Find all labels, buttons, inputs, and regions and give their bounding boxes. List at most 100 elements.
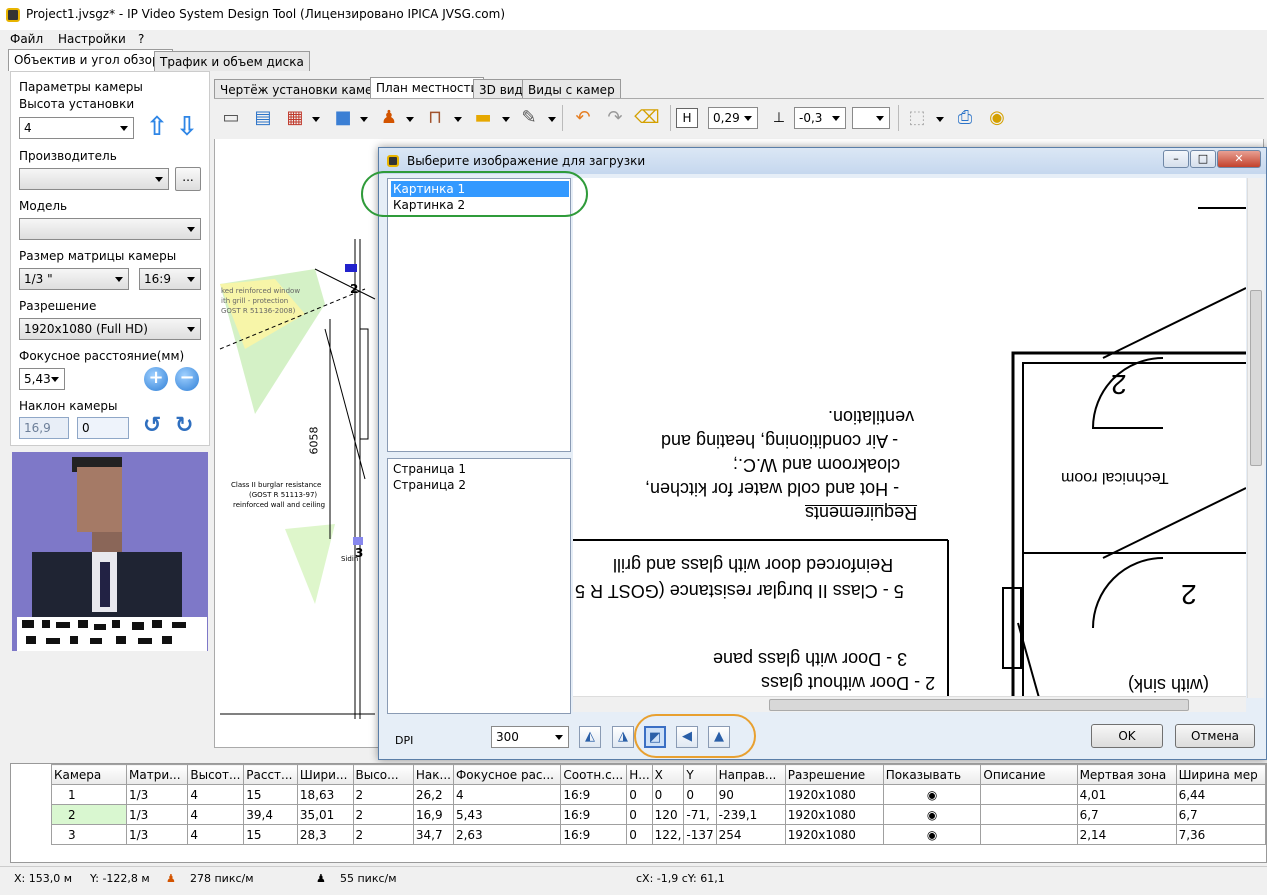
tilt-input-2[interactable]: 0	[77, 417, 129, 439]
eye-icon[interactable]: ◉	[882, 784, 982, 805]
page-list[interactable]: Страница 1 Страница 2	[387, 458, 571, 714]
person-icon[interactable]: ♟	[376, 105, 402, 131]
tape-measure-icon[interactable]: ◉	[984, 105, 1010, 131]
list-item[interactable]: Страница 2	[391, 477, 569, 493]
aspect-combo[interactable]: 16:9	[139, 268, 201, 290]
cell[interactable]: 0	[626, 784, 653, 805]
col-description[interactable]: Описание	[980, 764, 1078, 785]
manufacturer-combo[interactable]	[19, 168, 169, 190]
col-tilt[interactable]: Нак...	[412, 764, 454, 785]
cell[interactable]: 16:9	[560, 824, 628, 845]
col-x[interactable]: X	[651, 764, 685, 785]
col-obj-height[interactable]: Высо...	[352, 764, 414, 785]
eye-icon[interactable]: ◉	[882, 824, 982, 845]
maximize-icon[interactable]: □	[1190, 150, 1216, 168]
cell[interactable]: 16,9	[412, 804, 454, 825]
tab-camera-views[interactable]: Виды с камер	[522, 79, 621, 99]
cell[interactable]: 0	[626, 824, 653, 845]
cell[interactable]: 3	[51, 824, 127, 845]
cell[interactable]: 5,43	[452, 804, 562, 825]
cube-icon[interactable]: ■	[330, 105, 356, 131]
cell[interactable]: 6,44	[1175, 784, 1266, 805]
measure-pen-icon[interactable]: ✎	[516, 105, 542, 131]
tab-camera-drawing[interactable]: Чертёж установки камеры	[214, 79, 396, 99]
cell[interactable]: 2	[352, 784, 414, 805]
cell[interactable]: 1920x1080	[784, 804, 884, 825]
col-camera[interactable]: Камера	[51, 764, 127, 785]
cell[interactable]: 1/3	[125, 824, 189, 845]
cell[interactable]: 254	[715, 824, 786, 845]
border-icon[interactable]: ⬚	[904, 105, 930, 131]
dpi-combo[interactable]: 300	[491, 726, 569, 748]
col-aspect[interactable]: Соотн.с...	[560, 764, 628, 785]
model-combo[interactable]	[19, 218, 201, 240]
preview-vscrollbar[interactable]	[1247, 178, 1264, 698]
vscroll-thumb[interactable]	[1250, 290, 1262, 466]
cell[interactable]: 6,7	[1076, 804, 1177, 825]
brick-wall-icon[interactable]: ▦	[282, 105, 308, 131]
col-show[interactable]: Показывать	[882, 764, 982, 785]
cell[interactable]: 4,01	[1076, 784, 1177, 805]
cell[interactable]: -137	[683, 824, 717, 845]
tab-traffic[interactable]: Трафик и объем диска	[154, 51, 310, 71]
cell[interactable]: 1920x1080	[784, 784, 884, 805]
rotate-left-icon[interactable]: ◭	[579, 726, 601, 748]
menu-file[interactable]: Файл	[10, 32, 43, 46]
col-width[interactable]: Шири...	[296, 764, 354, 785]
cell[interactable]: 28,3	[296, 824, 354, 845]
cell[interactable]: 16:9	[560, 804, 628, 825]
table-row[interactable]: 2 1/3 4 39,4 35,01 2 16,9 5,43 16:9 0 12…	[51, 804, 1266, 825]
cell[interactable]: 15	[243, 784, 298, 805]
cell[interactable]: -71,	[683, 804, 717, 825]
col-height[interactable]: Высот...	[187, 764, 245, 785]
close-icon[interactable]: ✕	[1217, 150, 1261, 168]
cell[interactable]: 4	[187, 824, 245, 845]
cell[interactable]	[980, 824, 1078, 845]
cell[interactable]: 6,7	[1175, 804, 1266, 825]
list-item[interactable]: Страница 1	[391, 461, 569, 477]
col-resolution[interactable]: Разрешение	[784, 764, 884, 785]
cell[interactable]: -239,1	[715, 804, 786, 825]
col-matrix[interactable]: Матри...	[125, 764, 189, 785]
cell[interactable]: 1920x1080	[784, 824, 884, 845]
cell[interactable]: 1/3	[125, 784, 189, 805]
rotate-right-icon[interactable]: ↻	[175, 413, 193, 438]
zoom-in-icon[interactable]: +	[144, 367, 168, 391]
ok-button[interactable]: OK	[1091, 724, 1163, 748]
cell[interactable]: 15	[243, 824, 298, 845]
col-y[interactable]: Y	[683, 764, 717, 785]
cell[interactable]: 16:9	[560, 784, 628, 805]
menu-settings[interactable]: Настройки	[58, 32, 126, 46]
cell[interactable]	[980, 804, 1078, 825]
hscroll-thumb[interactable]	[769, 699, 1189, 711]
arrow-down-icon[interactable]: ⇩	[176, 112, 198, 142]
resolution-combo[interactable]: 1920x1080 (Full HD)	[19, 318, 201, 340]
cell[interactable]: 2	[352, 804, 414, 825]
cell[interactable]: 26,2	[412, 784, 454, 805]
cell[interactable]: 7,36	[1175, 824, 1266, 845]
cell[interactable]: 1	[51, 784, 127, 805]
cell[interactable]: 2,63	[452, 824, 562, 845]
minimize-icon[interactable]: –	[1163, 150, 1189, 168]
eye-icon[interactable]: ◉	[882, 804, 982, 825]
cell[interactable]: 1/3	[125, 804, 189, 825]
tab-lens[interactable]: Объектив и угол обзора	[8, 49, 173, 71]
cell[interactable]: 34,7	[412, 824, 454, 845]
camera-icon[interactable]: ▭	[218, 105, 244, 131]
broom-icon[interactable]: ⌫	[634, 105, 660, 131]
tilt-input[interactable]: 16,9	[19, 417, 69, 439]
toolbar-offset-combo[interactable]: -0,3	[794, 107, 846, 129]
image-list[interactable]: Картинка 1 Картинка 2	[387, 178, 571, 452]
plan-image-icon[interactable]: ▤	[250, 105, 276, 131]
cell[interactable]: 4	[187, 804, 245, 825]
rotate-left-icon[interactable]: ↺	[143, 413, 161, 438]
cell[interactable]: 2,14	[1076, 824, 1177, 845]
col-dead-zone[interactable]: Мертвая зона	[1076, 764, 1177, 785]
cell[interactable]	[980, 784, 1078, 805]
col-direction[interactable]: Направ...	[715, 764, 786, 785]
col-focal[interactable]: Фокусное рас...	[452, 764, 562, 785]
color-picker[interactable]	[852, 107, 890, 129]
arrow-up-icon[interactable]: ⇧	[146, 112, 168, 142]
cell[interactable]: 120	[651, 804, 685, 825]
redo-icon[interactable]: ↷	[602, 105, 628, 131]
